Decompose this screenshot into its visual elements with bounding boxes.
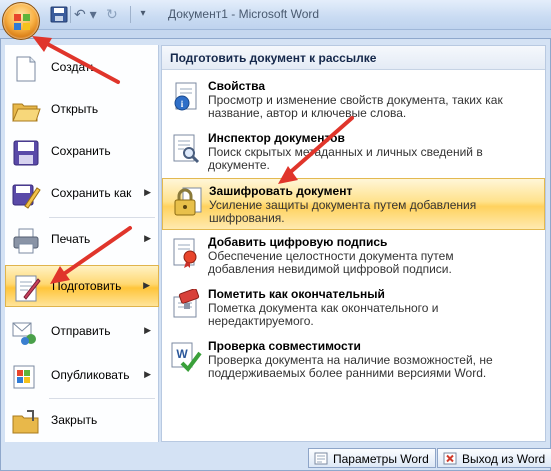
menu-item-label: Сохранить как <box>51 186 132 200</box>
menu-item-print[interactable]: Печать ▶ <box>5 219 159 261</box>
window-title: Документ1 - Microsoft Word <box>168 7 320 21</box>
exit-word-button[interactable]: Выход из Word <box>437 448 551 468</box>
submenu-item-desc: Просмотр и изменение свойств документа, … <box>208 93 503 120</box>
new-document-icon <box>16 56 36 82</box>
menu-divider <box>49 217 155 218</box>
open-folder-icon <box>12 103 41 122</box>
menu-item-send[interactable]: Отправить ▶ <box>5 311 159 353</box>
svg-text:W: W <box>176 347 188 361</box>
digital-signature-icon <box>173 238 197 268</box>
menu-commands: Создать Открыть Сохранить Сохранить как … <box>5 45 159 442</box>
prepare-icon <box>15 275 41 302</box>
menu-item-open[interactable]: Открыть <box>5 89 159 131</box>
publish-icon <box>13 365 35 389</box>
office-menu: Создать Открыть Сохранить Сохранить как … <box>0 38 551 471</box>
printer-icon <box>13 228 39 254</box>
submenu-arrow-icon: ▶ <box>144 369 151 379</box>
submenu-item-title: Пометить как окончательный <box>208 287 385 301</box>
submenu-item-properties[interactable]: i Свойства Просмотр и изменение свойств … <box>162 74 545 126</box>
qat-separator <box>130 6 131 23</box>
mark-final-icon <box>173 289 200 318</box>
compatibility-check-icon: W <box>171 342 202 373</box>
submenu-item-encrypt[interactable]: Зашифровать документ Усиление защиты док… <box>162 178 545 230</box>
menu-item-prepare[interactable]: Подготовить ▶ <box>5 265 159 307</box>
submenu-item-desc: Усиление защиты документа путем добавлен… <box>209 198 477 225</box>
submenu-item-desc: Проверка документа на наличие возможност… <box>208 353 493 380</box>
exit-icon <box>443 452 457 465</box>
menu-item-save-as[interactable]: Сохранить как ▶ <box>5 173 159 215</box>
save-icon[interactable] <box>50 6 68 23</box>
submenu-arrow-icon: ▶ <box>143 280 150 290</box>
word-office-menu-screen: ↶ ▾ ↻ ▾ Документ1 - Microsoft Word Созда… <box>0 0 551 471</box>
close-folder-icon <box>12 410 39 434</box>
submenu-item-title: Свойства <box>208 79 266 93</box>
menu-item-label: Опубликовать <box>51 368 130 382</box>
menu-item-close[interactable]: Закрыть <box>5 400 159 442</box>
title-bar: ↶ ▾ ↻ ▾ Документ1 - Microsoft Word <box>0 0 551 30</box>
submenu-item-desc: Обеспечение целостности документа путем … <box>208 249 454 276</box>
save-as-icon <box>12 184 41 209</box>
encrypt-lock-icon <box>174 187 202 216</box>
submenu-item-title: Зашифровать документ <box>209 184 353 198</box>
word-options-icon <box>314 452 328 465</box>
office-logo-icon <box>14 14 30 30</box>
redo-icon[interactable]: ↻ <box>106 6 128 23</box>
submenu-arrow-icon: ▶ <box>144 233 151 243</box>
qat-separator <box>70 6 71 23</box>
submenu-arrow-icon: ▶ <box>144 325 151 335</box>
submenu-item-desc: Пометка документа как окончательного и н… <box>208 301 439 328</box>
menu-item-label: Подготовить <box>52 279 122 293</box>
submenu-arrow-icon: ▶ <box>144 187 151 197</box>
menu-item-new[interactable]: Создать <box>5 47 159 89</box>
submenu-item-compatibility[interactable]: W Проверка совместимости Проверка докуме… <box>162 334 545 386</box>
menu-item-label: Сохранить <box>51 144 111 158</box>
submenu-item-signature[interactable]: Добавить цифровую подпись Обеспечение це… <box>162 230 545 282</box>
menu-item-label: Печать <box>51 232 91 246</box>
menu-item-label: Закрыть <box>51 413 98 427</box>
customize-qat-icon[interactable]: ▾ <box>136 5 150 22</box>
undo-icon[interactable]: ↶ ▾ <box>74 6 100 23</box>
prepare-submenu: Подготовить документ к рассылке i Свойст… <box>161 45 546 442</box>
menu-item-label: Создать <box>51 60 97 74</box>
menu-item-publish[interactable]: Опубликовать ▶ <box>5 355 159 397</box>
menu-divider <box>49 398 155 399</box>
word-options-label: Параметры Word <box>333 452 429 466</box>
exit-word-label: Выход из Word <box>462 452 546 466</box>
menu-item-label: Отправить <box>51 324 111 338</box>
submenu-header: Подготовить документ к рассылке <box>162 46 545 70</box>
submenu-item-title: Добавить цифровую подпись <box>208 235 388 249</box>
save-icon <box>13 140 39 166</box>
submenu-item-desc: Поиск скрытых метаданных и личных сведен… <box>208 145 483 172</box>
inspect-document-icon <box>173 134 200 164</box>
menu-item-save[interactable]: Сохранить <box>5 131 159 173</box>
send-icon <box>12 322 36 345</box>
word-options-button[interactable]: Параметры Word <box>308 448 436 468</box>
submenu-item-inspect[interactable]: Инспектор документов Поиск скрытых метад… <box>162 126 545 178</box>
submenu-item-title: Проверка совместимости <box>208 339 361 353</box>
submenu-item-title: Инспектор документов <box>208 131 345 145</box>
menu-item-label: Открыть <box>51 102 99 116</box>
office-button[interactable] <box>2 2 40 40</box>
submenu-item-mark-final[interactable]: Пометить как окончательный Пометка докум… <box>162 282 545 334</box>
properties-icon: i <box>174 82 197 111</box>
